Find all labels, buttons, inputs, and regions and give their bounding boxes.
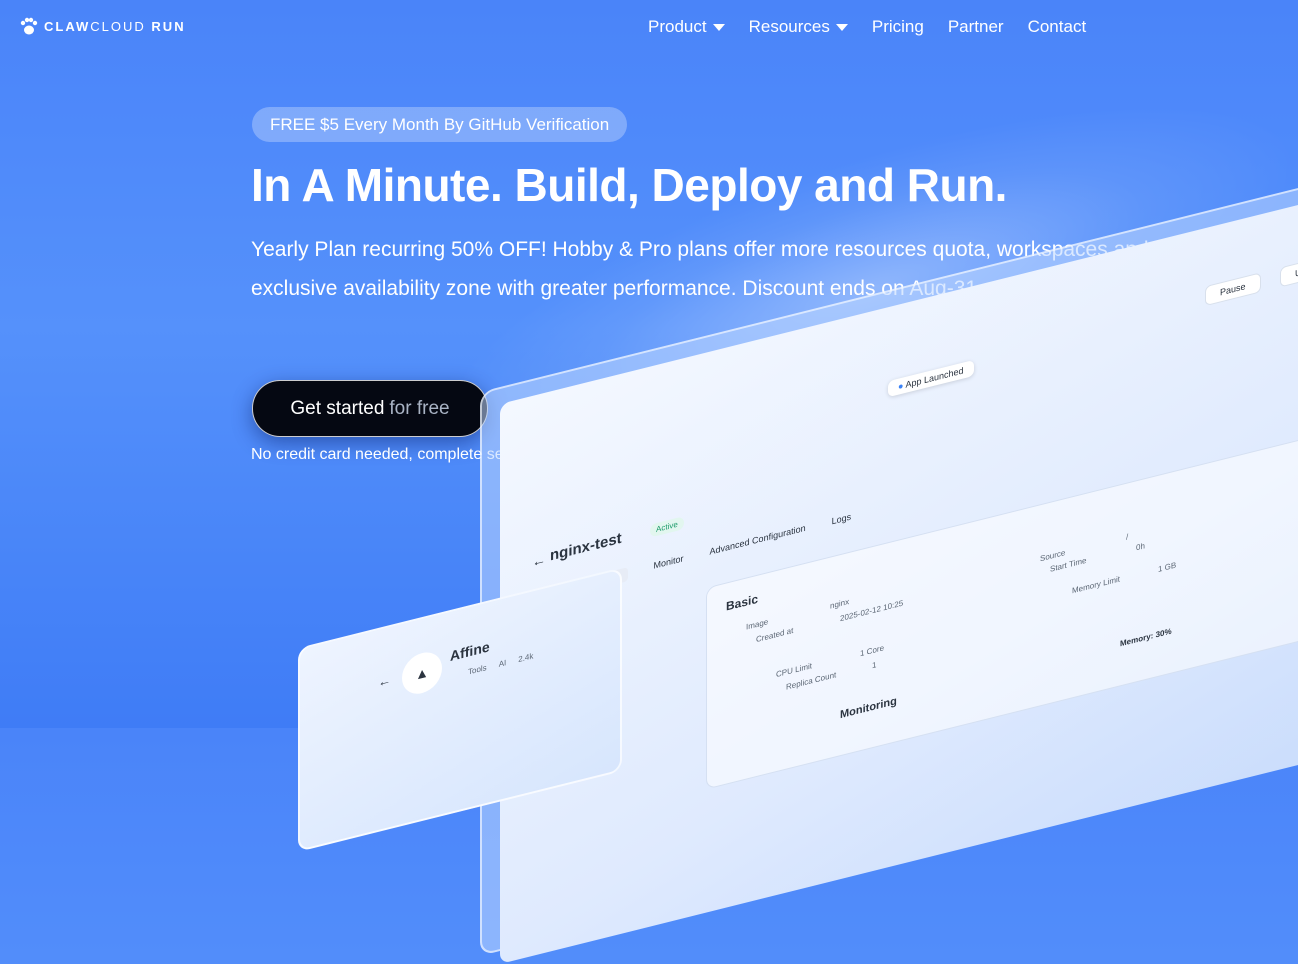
tag-tools: Tools [468,662,487,677]
back-arrow-icon[interactable]: ← [532,551,546,570]
nav-product[interactable]: Product [648,17,725,37]
nav-pricing-label: Pricing [871,17,924,36]
caret-down-icon [835,23,848,31]
toast-text: App Launched [905,365,964,390]
back-arrow-icon[interactable]: ← [378,672,391,690]
main-nav: Product Resources Pricing Partner Contac… [648,17,1086,37]
affine-logo-icon: ▲ [402,648,442,699]
tab-monitor[interactable]: Monitor [654,553,684,574]
status-badge: Active [650,516,684,538]
caret-down-icon [712,23,725,31]
promo-pill[interactable]: FREE $5 Every Month By GitHub Verificati… [252,107,628,142]
paw-icon [20,17,38,35]
tab-advanced-configuration[interactable]: Advanced Configuration [710,523,806,561]
hero-headline: In A Minute. Build, Deploy and Run. [251,159,1007,211]
replica-value: 1 [872,660,877,671]
source-value: / [1126,532,1129,542]
toast-notification: ● App Launched [888,359,974,398]
brand-name: CLAWCLOUD RUN [44,18,186,34]
check-icon: ● [898,380,904,392]
cta-secondary-text: for free [389,397,450,419]
tab-logs[interactable]: Logs [832,511,852,530]
cta-primary-text: Get started [290,397,385,419]
app-title: nginx-test [550,529,622,565]
tag-count: 2.4k [518,651,534,665]
top-navigation: CLAWCLOUD RUN Product Resources Pricing … [0,0,1298,56]
nav-contact-label: Contact [1027,17,1087,36]
nav-product-label: Product [648,17,707,36]
nav-partner-label: Partner [947,17,1004,36]
update-button[interactable]: Update [1280,252,1298,288]
brand-logo[interactable]: CLAWCLOUD RUN [18,16,186,36]
app-card-title: Affine [450,638,490,665]
nav-partner[interactable]: Partner [948,17,1004,37]
nav-resources[interactable]: Resources [749,17,848,37]
tag-ai: AI [498,658,507,669]
nav-pricing[interactable]: Pricing [872,17,924,37]
get-started-button[interactable]: Get started for free [252,380,488,437]
nav-resources-label: Resources [748,17,830,36]
nav-contact[interactable]: Contact [1028,17,1087,37]
pause-button[interactable]: Pause [1205,272,1261,307]
basic-card [706,412,1298,790]
